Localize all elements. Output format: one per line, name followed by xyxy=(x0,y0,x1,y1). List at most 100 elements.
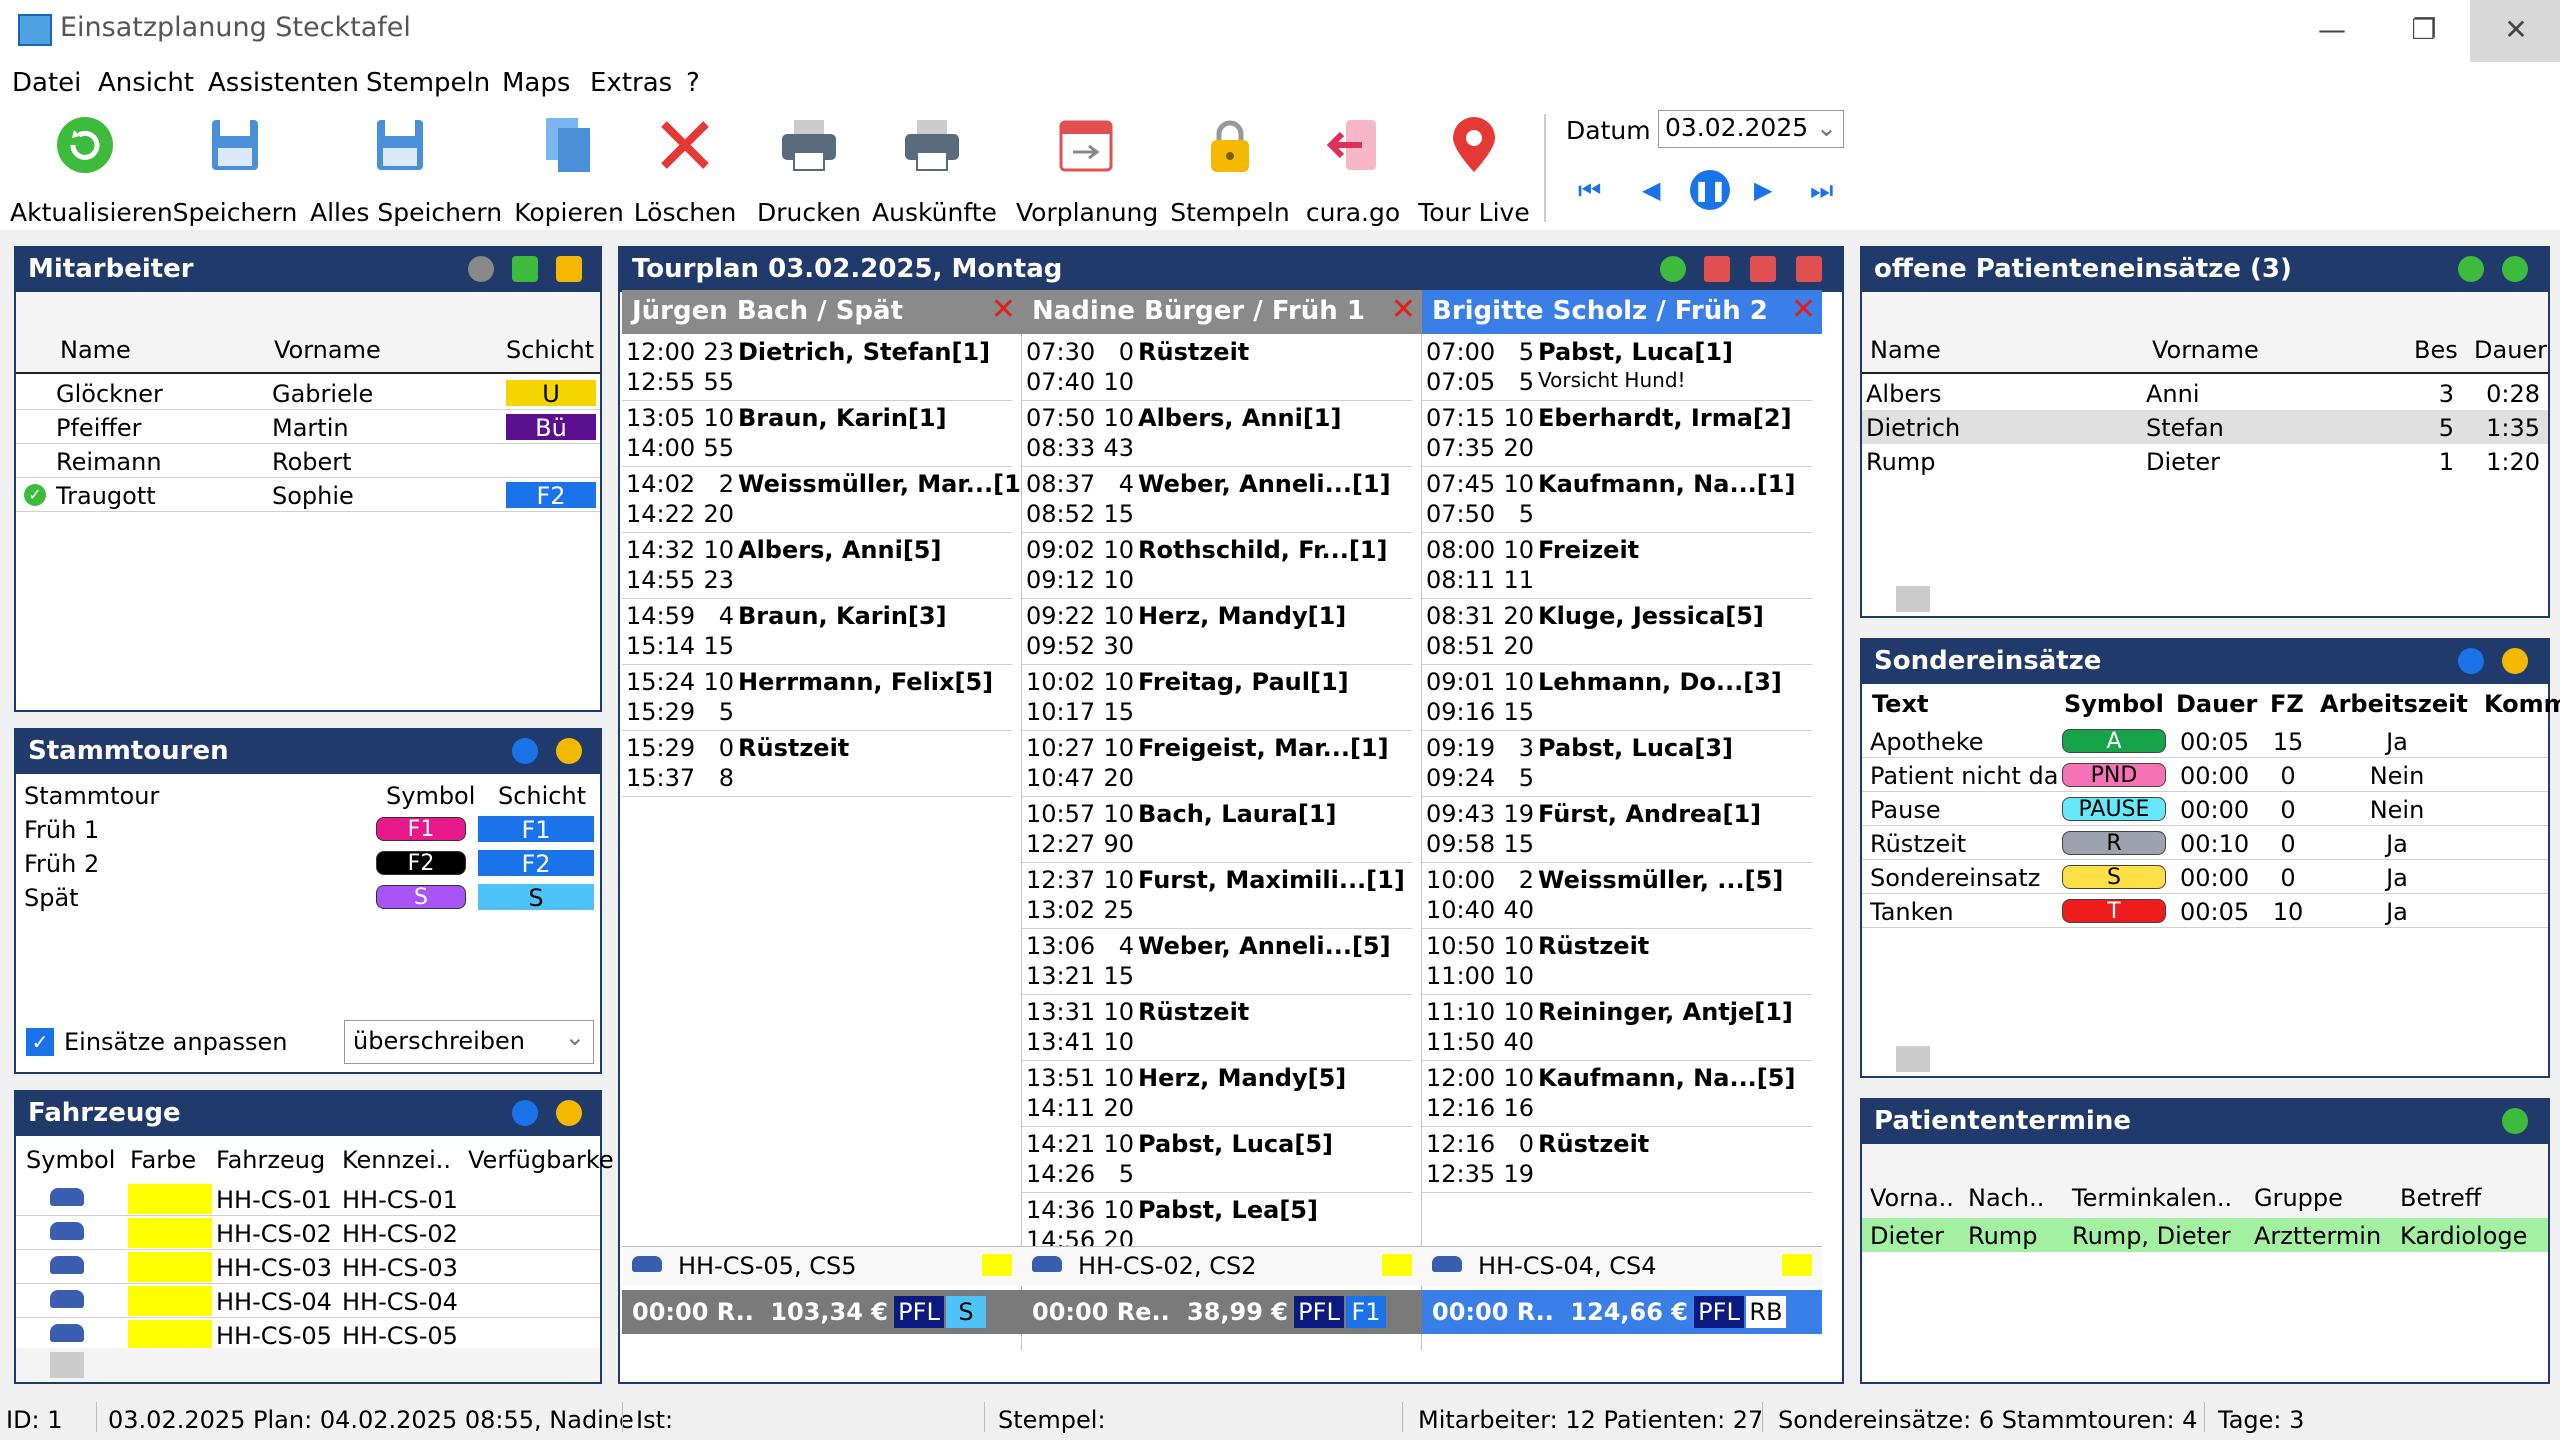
plus-icon[interactable] xyxy=(2502,256,2528,282)
curago-button[interactable]: cura.go xyxy=(1300,114,1406,227)
table-row[interactable]: Pfeiffer Martin Bü xyxy=(16,410,600,444)
stamp-button[interactable]: Stempeln xyxy=(1170,114,1290,227)
tour-entry[interactable]: 12:37 10 Furst, Maximili...[1] xyxy=(1026,866,1416,894)
copy-button[interactable]: Kopieren xyxy=(514,114,624,227)
globe-icon[interactable] xyxy=(1660,256,1686,282)
pause-icon[interactable]: ❚❚ xyxy=(1690,170,1730,210)
col-gruppe[interactable]: Gruppe xyxy=(2254,1184,2343,1212)
table-row[interactable]: Früh 2 F2 F2 xyxy=(16,846,600,880)
table-row[interactable]: Tanken T 00:05 10 Ja xyxy=(1862,894,2548,928)
table-row[interactable]: Pause PAUSE 00:00 0 Nein xyxy=(1862,792,2548,826)
table-row[interactable]: Sondereinsatz S 00:00 0 Ja xyxy=(1862,860,2548,894)
table-row[interactable]: HH-CS-01 HH-CS-01 xyxy=(16,1182,600,1216)
tour-entry[interactable]: 12:00 10 Kaufmann, Na...[5] xyxy=(1426,1064,1816,1092)
tour-entry[interactable]: 09:43 19 Fürst, Andrea[1] xyxy=(1426,800,1816,828)
menu-ansicht[interactable]: Ansicht xyxy=(98,68,194,98)
tour-entry[interactable]: 08:31 20 Kluge, Jessica[5] xyxy=(1426,602,1816,630)
col-vorname[interactable]: Vorna.. xyxy=(1870,1184,1954,1212)
minimize-button[interactable]: — xyxy=(2286,0,2378,62)
tour-header[interactable]: Brigitte Scholz / Früh 2 ✕ xyxy=(1422,290,1822,334)
table-row[interactable]: ✓ Traugott Sophie F2 xyxy=(16,478,600,512)
tour-entry[interactable]: 10:27 10 Freigeist, Mar...[1] xyxy=(1026,734,1416,762)
menu-extras[interactable]: Extras xyxy=(590,68,672,98)
preplanning-button[interactable]: Vorplanung xyxy=(1016,114,1158,227)
tour-entry[interactable]: 09:01 10 Lehmann, Do...[3] xyxy=(1426,668,1816,696)
tour-entry[interactable]: 07:00 5 Pabst, Luca[1] xyxy=(1426,338,1816,366)
menu-maps[interactable]: Maps xyxy=(502,68,570,98)
save-all-button[interactable]: Alles Speichern xyxy=(310,114,502,227)
tour-entry[interactable]: 15:24 10 Herrmann, Felix[5] xyxy=(626,668,1016,696)
prev-icon[interactable]: ◀ xyxy=(1642,176,1660,204)
col-farbe[interactable]: Farbe xyxy=(130,1146,196,1174)
col-vorname[interactable]: Vorname xyxy=(2152,336,2259,364)
table-row[interactable]: Reimann Robert xyxy=(16,444,600,478)
tour-entry[interactable]: 07:45 10 Kaufmann, Na...[1] xyxy=(1426,470,1816,498)
col-betreff[interactable]: Betreff xyxy=(2400,1184,2481,1212)
globe-icon[interactable] xyxy=(2458,256,2484,282)
next-icon[interactable]: ▶ xyxy=(1754,176,1772,204)
print-button[interactable]: Drucken xyxy=(756,114,862,227)
date-picker[interactable]: 03.02.2025 ⌄ xyxy=(1658,110,1844,148)
table-row[interactable]: Rüstzeit R 00:10 0 Ja xyxy=(1862,826,2548,860)
table-row[interactable]: Patient nicht da PND 00:00 0 Nein xyxy=(1862,758,2548,792)
tour-entry[interactable]: 07:30 0 Rüstzeit xyxy=(1026,338,1416,366)
tour-entry[interactable]: 07:05 5 Vorsicht Hund! xyxy=(1426,368,1816,396)
menu-help[interactable]: ? xyxy=(686,68,700,98)
col-kommentar[interactable]: Komm xyxy=(2484,690,2560,718)
grid-icon[interactable] xyxy=(1750,256,1776,282)
col-vorname[interactable]: Vorname xyxy=(274,336,381,364)
tour-entry[interactable]: 10:02 10 Freitag, Paul[1] xyxy=(1026,668,1416,696)
tour-entry[interactable]: 13:05 10 Braun, Karin[1] xyxy=(626,404,1016,432)
table-row[interactable]: Rump Dieter 1 1:20 xyxy=(1862,444,2548,478)
tour-entry[interactable]: 07:50 10 Albers, Anni[1] xyxy=(1026,404,1416,432)
tour-entry[interactable]: 14:32 10 Albers, Anni[5] xyxy=(626,536,1016,564)
col-verfuegbarkeit[interactable]: Verfügbarke xyxy=(468,1146,614,1174)
close-icon[interactable]: ✕ xyxy=(1791,292,1816,327)
info-button[interactable]: Auskünfte xyxy=(872,114,997,227)
edit-icon[interactable] xyxy=(556,738,582,764)
eye-icon[interactable] xyxy=(2458,648,2484,674)
table-row[interactable]: Früh 1 F1 F1 xyxy=(16,812,600,846)
tour-entry[interactable]: 10:00 2 Weissmüller, ...[5] xyxy=(1426,866,1816,894)
tour-entry[interactable]: 10:50 10 Rüstzeit xyxy=(1426,932,1816,960)
first-icon[interactable]: ⏮ xyxy=(1578,176,1601,207)
folder-icon[interactable] xyxy=(556,256,582,282)
edit-icon[interactable] xyxy=(556,1100,582,1126)
tour-entry[interactable]: 07:15 10 Eberhardt, Irma[2] xyxy=(1426,404,1816,432)
col-dauer[interactable]: Dauer xyxy=(2176,690,2257,718)
menu-assistenten[interactable]: Assistenten xyxy=(208,68,359,98)
tour-entry[interactable]: 11:10 10 Reininger, Antje[1] xyxy=(1426,998,1816,1026)
col-symbol[interactable]: Symbol xyxy=(2064,690,2164,718)
col-bes[interactable]: Bes xyxy=(2414,336,2458,364)
tour-header[interactable]: Jürgen Bach / Spät ✕ xyxy=(622,290,1022,334)
col-schicht[interactable]: Schicht xyxy=(506,336,594,364)
delete-button[interactable]: Löschen xyxy=(630,114,740,227)
tour-entry[interactable]: 13:31 10 Rüstzeit xyxy=(1026,998,1416,1026)
tour-entry[interactable]: 13:51 10 Herz, Mandy[5] xyxy=(1026,1064,1416,1092)
eye-icon[interactable] xyxy=(512,738,538,764)
col-dauer[interactable]: Dauer xyxy=(2474,336,2547,364)
edit-icon[interactable] xyxy=(2502,648,2528,674)
table-row[interactable]: Dietrich Stefan 5 1:35 xyxy=(1862,410,2548,444)
close-button[interactable]: ✕ xyxy=(2470,0,2560,62)
tour-live-button[interactable]: Tour Live xyxy=(1416,114,1532,227)
horizontal-scrollbar[interactable] xyxy=(16,1348,600,1382)
save-button[interactable]: Speichern xyxy=(170,114,300,227)
tour-entry[interactable]: 09:19 3 Pabst, Luca[3] xyxy=(1426,734,1816,762)
col-name[interactable]: Name xyxy=(1870,336,1941,364)
eye-icon[interactable] xyxy=(512,1100,538,1126)
globe-icon[interactable] xyxy=(468,256,494,282)
table-row[interactable]: Spät S S xyxy=(16,880,600,914)
gift-icon[interactable] xyxy=(1704,256,1730,282)
tour-header[interactable]: Nadine Bürger / Früh 1 ✕ xyxy=(1022,290,1422,334)
tour-entry[interactable]: 10:57 10 Bach, Laura[1] xyxy=(1026,800,1416,828)
tour-entry[interactable]: 14:59 4 Braun, Karin[3] xyxy=(626,602,1016,630)
table-row[interactable]: HH-CS-05 HH-CS-05 xyxy=(16,1318,600,1352)
tour-entry[interactable]: 15:29 0 Rüstzeit xyxy=(626,734,1016,762)
tour-entry[interactable]: 12:00 23 Dietrich, Stefan[1] xyxy=(626,338,1016,366)
tour-entry[interactable]: 09:22 10 Herz, Mandy[1] xyxy=(1026,602,1416,630)
col-nachname[interactable]: Nach.. xyxy=(1968,1184,2044,1212)
table-row[interactable]: Apotheke A 00:05 15 Ja xyxy=(1862,724,2548,758)
table-row[interactable]: HH-CS-02 HH-CS-02 xyxy=(16,1216,600,1250)
cut-icon[interactable] xyxy=(1796,256,1822,282)
